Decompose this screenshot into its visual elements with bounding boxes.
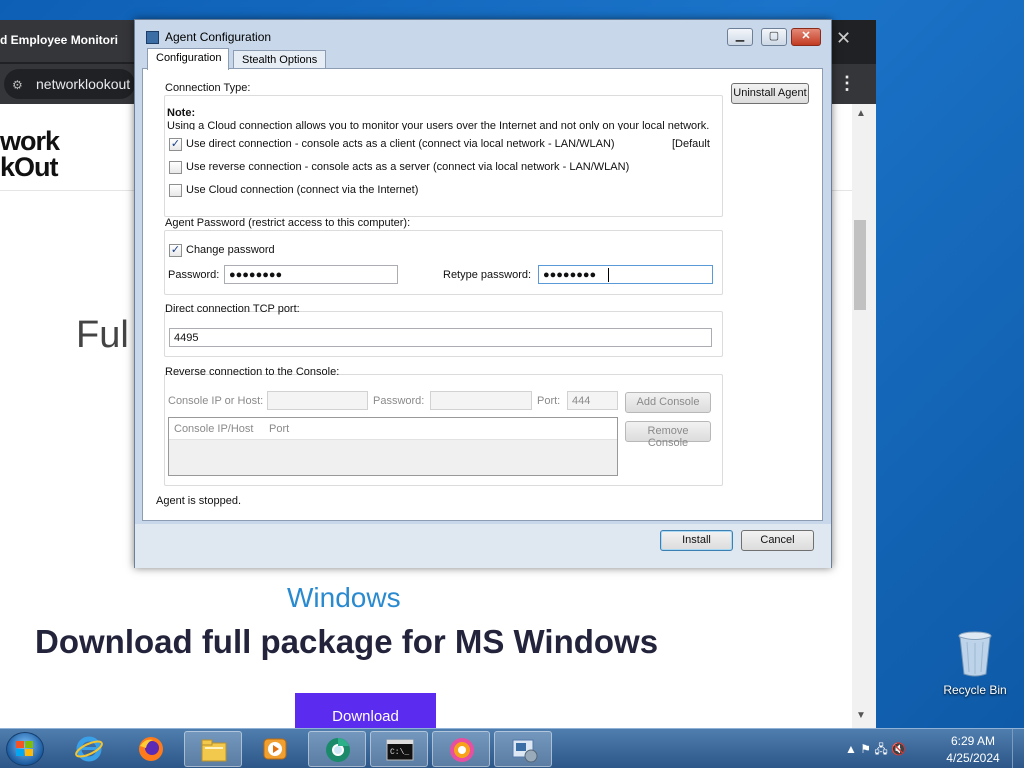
site-logo[interactable]: work kOut [0, 126, 60, 182]
remove-console-button[interactable]: Remove Console [625, 421, 711, 449]
tab-configuration[interactable]: Configuration [147, 48, 229, 70]
agent-password-title: Agent Password (restrict access to this … [165, 217, 411, 229]
console-password-field[interactable] [430, 391, 532, 410]
configuration-panel: Connection Type: Note: Using a Cloud con… [142, 68, 823, 521]
add-console-button[interactable]: Add Console [625, 392, 711, 413]
taskbar-media-player[interactable] [246, 731, 304, 767]
page-subheading: Windows [287, 582, 401, 613]
media-center-icon [450, 738, 474, 762]
scroll-up-icon[interactable]: ▲ [856, 108, 866, 119]
uninstall-agent-button[interactable]: Uninstall Agent [731, 83, 809, 104]
command-prompt-icon: C:\_ [386, 739, 414, 761]
windows-logo-icon [16, 741, 33, 756]
taskbar-file-explorer[interactable] [184, 731, 242, 767]
console-password-label: Password: [373, 395, 425, 407]
install-button[interactable]: Install [660, 530, 733, 551]
agent-configuration-dialog: Agent Configuration ▁ ▢ ✕ Configuration … [134, 19, 832, 568]
cloud-connection-label[interactable]: Use Cloud connection (connect via the In… [186, 184, 418, 196]
taskbar-media-center[interactable] [432, 731, 490, 767]
direct-connection-checkbox[interactable]: ✓ [169, 138, 182, 151]
column-header-host[interactable]: Console IP/Host [174, 423, 253, 435]
volume-muted-icon[interactable]: 🔇 [891, 742, 906, 756]
console-list-header: Console IP/Host Port [169, 418, 617, 440]
address-text: networklookout [36, 76, 131, 92]
reverse-connection-label[interactable]: Use reverse connection - console acts as… [186, 161, 629, 173]
dialog-button-bar: Install Cancel [135, 524, 831, 568]
taskbar-agent-setup[interactable] [494, 731, 552, 767]
recycle-bin-icon[interactable] [957, 630, 993, 678]
download-heading: Download full package for MS Windows [35, 623, 659, 660]
address-bar[interactable]: ⚙ networklookout [4, 69, 135, 99]
site-settings-icon[interactable]: ⚙ [12, 78, 26, 92]
reverse-connection-title: Reverse connection to the Console: [165, 366, 340, 378]
close-button[interactable]: ✕ [791, 28, 821, 46]
clock-time[interactable]: 6:29 AM [940, 734, 1006, 748]
column-header-port[interactable]: Port [269, 423, 289, 435]
internet-explorer-icon [75, 736, 103, 762]
taskbar-chrome-app[interactable] [308, 731, 366, 767]
start-button[interactable] [6, 732, 44, 766]
svg-text:C:\_: C:\_ [390, 748, 409, 757]
media-player-icon [263, 738, 287, 760]
cancel-button[interactable]: Cancel [741, 530, 814, 551]
action-center-flag-icon[interactable]: ⚑ [860, 742, 871, 756]
taskbar-internet-explorer[interactable] [60, 731, 118, 767]
clock-date[interactable]: 4/25/2024 [940, 751, 1006, 765]
recycle-bin-label[interactable]: Recycle Bin [935, 683, 1015, 697]
page-scrollbar[interactable]: ▲ ▼ [852, 104, 876, 728]
console-list[interactable]: Console IP/Host Port [168, 417, 618, 476]
console-port-field[interactable]: 444 [567, 391, 618, 410]
firefox-icon [139, 737, 163, 761]
console-ip-field[interactable] [267, 391, 368, 410]
default-tag: [Default [672, 138, 710, 150]
change-password-label[interactable]: Change password [186, 244, 275, 256]
show-desktop-button[interactable] [1012, 729, 1024, 768]
note-label: Note: [167, 107, 196, 119]
password-label: Password: [168, 269, 220, 281]
logo-line-1: work [0, 126, 60, 156]
taskbar: C:\_ ▲ ⚑ 🖧 🔇 6:29 AM 4/25/2024 [0, 728, 1024, 768]
console-ip-label: Console IP or Host: [168, 395, 264, 407]
agent-status-text: Agent is stopped. [156, 495, 242, 507]
download-button[interactable]: Download [295, 693, 436, 728]
text-cursor [608, 268, 609, 282]
page-heading: Ful [76, 314, 129, 356]
network-icon[interactable]: 🖧 [874, 742, 887, 756]
show-hidden-icons-icon[interactable]: ▲ [845, 742, 857, 756]
tcp-port-title: Direct connection TCP port: [165, 303, 300, 315]
tcp-port-field[interactable]: 4495 [169, 328, 712, 347]
browser-tab[interactable]: d Employee Monitori [0, 20, 135, 62]
minimize-button[interactable]: ▁ [727, 28, 753, 46]
close-icon[interactable]: ✕ [836, 28, 851, 49]
connection-type-group [164, 95, 723, 217]
taskbar-firefox[interactable] [122, 731, 180, 767]
scrollbar-thumb[interactable] [854, 220, 866, 310]
reverse-connection-checkbox[interactable] [169, 161, 182, 174]
console-port-label: Port: [537, 395, 561, 407]
more-menu-icon[interactable]: ⋮ [838, 73, 856, 94]
agent-setup-icon [512, 739, 538, 763]
note-text: Using a Cloud connection allows you to m… [167, 120, 710, 130]
agent-password-group [164, 230, 723, 295]
taskbar-command-prompt[interactable]: C:\_ [370, 731, 428, 767]
connection-type-title: Connection Type: [165, 82, 251, 94]
app-icon [146, 31, 159, 44]
change-password-checkbox[interactable]: ✓ [169, 244, 182, 257]
chrome-app-icon [326, 738, 350, 762]
retype-password-field[interactable]: ●●●●●●●● [538, 265, 713, 284]
retype-password-label: Retype password: [443, 269, 532, 281]
maximize-button[interactable]: ▢ [761, 28, 787, 46]
logo-line-2: kOut [0, 152, 59, 182]
password-field[interactable]: ●●●●●●●● [224, 265, 398, 284]
direct-connection-label[interactable]: Use direct connection - console acts as … [186, 138, 615, 150]
system-tray: ▲ ⚑ 🖧 🔇 [845, 740, 906, 761]
dialog-title: Agent Configuration [165, 30, 272, 44]
file-explorer-icon [201, 739, 227, 762]
cloud-connection-checkbox[interactable] [169, 184, 182, 197]
scroll-down-icon[interactable]: ▼ [856, 710, 866, 721]
